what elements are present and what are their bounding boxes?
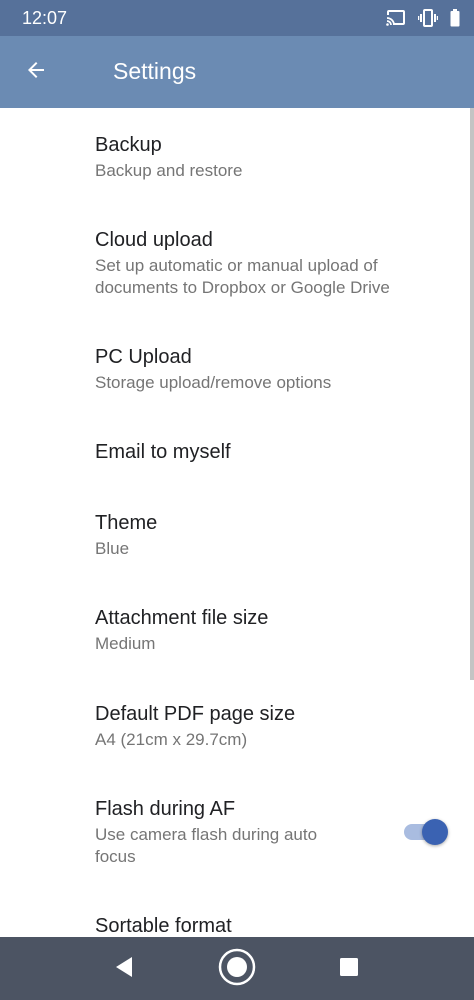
setting-subtitle: Blue xyxy=(95,539,130,558)
nav-back-button[interactable] xyxy=(104,949,144,989)
setting-title: Sortable format xyxy=(95,915,232,937)
setting-title: PC Upload xyxy=(95,346,192,368)
setting-title: Email to myself xyxy=(95,441,231,463)
setting-subtitle: Set up automatic or manual upload of doc… xyxy=(95,256,390,297)
vibrate-icon xyxy=(418,9,438,27)
cast-icon xyxy=(386,10,406,26)
back-button[interactable] xyxy=(18,54,54,90)
system-nav-bar xyxy=(0,937,474,1000)
setting-title: Attachment file size xyxy=(95,607,269,629)
nav-recents-icon xyxy=(339,957,359,982)
nav-back-icon xyxy=(114,956,134,983)
scrollbar[interactable] xyxy=(470,108,474,680)
setting-item-attachment-file-size[interactable]: Attachment file size Medium xyxy=(95,605,454,655)
setting-subtitle: Storage upload/remove options xyxy=(95,373,332,392)
toggle-thumb xyxy=(422,819,448,845)
setting-item-cloud-upload[interactable]: Cloud upload Set up automatic or manual … xyxy=(95,227,454,299)
app-bar: Settings xyxy=(0,36,474,108)
setting-item-flash-during-af[interactable]: Flash during AF Use camera flash during … xyxy=(95,796,454,868)
setting-item-theme[interactable]: Theme Blue xyxy=(95,510,454,560)
setting-title: Default PDF page size xyxy=(95,703,296,725)
nav-recents-button[interactable] xyxy=(329,949,369,989)
setting-item-pc-upload[interactable]: PC Upload Storage upload/remove options xyxy=(95,344,454,394)
arrow-back-icon xyxy=(24,58,48,87)
page-title: Settings xyxy=(113,58,197,84)
setting-subtitle: Medium xyxy=(95,634,156,653)
setting-item-sortable-format[interactable]: Sortable format xyxy=(95,913,454,937)
status-bar: 12:07 xyxy=(0,0,474,36)
setting-title: Backup xyxy=(95,134,162,156)
setting-title: Theme xyxy=(95,512,158,534)
setting-title: Cloud upload xyxy=(95,229,213,251)
settings-list: Backup Backup and restore Cloud upload S… xyxy=(0,108,474,937)
setting-item-default-pdf-page-size[interactable]: Default PDF page size A4 (21cm x 29.7cm) xyxy=(95,701,454,751)
setting-item-backup[interactable]: Backup Backup and restore xyxy=(95,132,454,182)
status-time: 12:07 xyxy=(22,8,68,28)
setting-title: Flash during AF xyxy=(95,798,236,820)
setting-subtitle: Backup and restore xyxy=(95,161,243,180)
status-icons xyxy=(386,8,460,28)
nav-home-icon xyxy=(217,947,257,992)
flash-during-af-toggle[interactable] xyxy=(404,819,448,845)
settings-screen: 12:07 Settings Backup Backup and restore… xyxy=(0,0,474,1000)
nav-home-button[interactable] xyxy=(217,947,257,992)
battery-icon xyxy=(450,9,460,27)
setting-item-email-to-myself[interactable]: Email to myself xyxy=(95,439,454,465)
setting-subtitle: A4 (21cm x 29.7cm) xyxy=(95,730,248,749)
setting-subtitle: Use camera flash during auto focus xyxy=(95,825,318,866)
